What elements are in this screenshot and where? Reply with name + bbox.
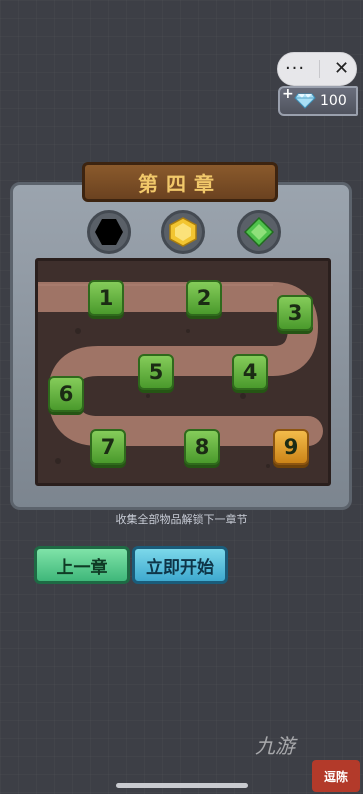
level-1-tile[interactable]: 1 (88, 280, 124, 316)
unlock-hint: 收集全部物品解锁下一章节 (115, 513, 248, 526)
chapter-title-plank: 第四章 (82, 162, 278, 202)
collectible-slot-3 (237, 210, 281, 254)
level-9-tile[interactable]: 9 (273, 429, 309, 465)
capsule-divider (319, 60, 321, 78)
diamond-icon (294, 93, 316, 109)
level-2-tile[interactable]: 2 (186, 280, 222, 316)
previous-chapter-button[interactable]: 上一章 (34, 546, 130, 584)
more-button[interactable]: ··· (285, 60, 305, 78)
start-now-button[interactable]: 立即开始 (132, 546, 228, 584)
level-map: 1 2 3 4 5 6 7 8 9 (35, 258, 331, 486)
close-button[interactable]: ✕ (334, 60, 349, 78)
collectible-slot-1 (87, 210, 131, 254)
level-number: 4 (242, 360, 258, 384)
level-number: 9 (283, 435, 299, 459)
level-number: 2 (196, 286, 212, 310)
black-hexagon-icon (95, 219, 123, 245)
level-3-tile[interactable]: 3 (277, 295, 313, 331)
corner-logo: 逗陈 (312, 760, 360, 792)
watermark-text: 九游 (255, 734, 295, 758)
watermark-logo: 九游 (255, 730, 295, 759)
collectible-slot-2 (161, 210, 205, 254)
level-8-tile[interactable]: 8 (184, 429, 220, 465)
level-5-tile[interactable]: 5 (138, 354, 174, 390)
chapter-title: 第四章 (138, 171, 222, 196)
level-number: 1 (98, 286, 114, 310)
gem-count: 100 (320, 93, 347, 109)
yellow-gem-icon (169, 217, 197, 247)
chapter-panel: 1 2 3 4 5 6 7 8 9 (10, 182, 352, 510)
home-indicator (116, 783, 248, 788)
green-gem-icon (244, 217, 274, 247)
gem-counter[interactable]: + 100 (278, 86, 358, 116)
level-number: 5 (148, 360, 164, 384)
level-number: 6 (58, 382, 74, 406)
level-4-tile[interactable]: 4 (232, 354, 268, 390)
add-gems-icon[interactable]: + (282, 86, 294, 102)
level-number: 8 (194, 435, 210, 459)
level-number: 7 (100, 435, 116, 459)
level-number: 3 (287, 301, 303, 325)
mini-program-capsule: ··· ✕ (277, 52, 357, 86)
level-6-tile[interactable]: 6 (48, 376, 84, 412)
level-7-tile[interactable]: 7 (90, 429, 126, 465)
